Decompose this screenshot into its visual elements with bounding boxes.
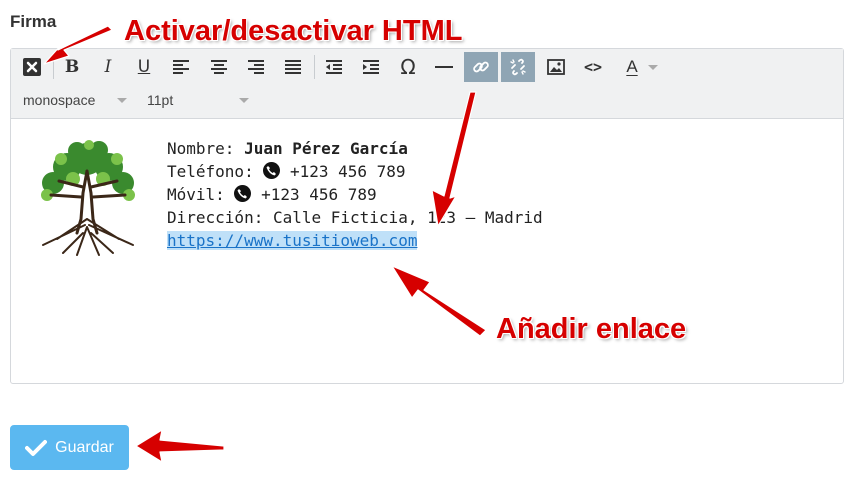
insert-link-button[interactable] [464, 52, 498, 82]
underline-icon: U [137, 57, 151, 77]
html-toggle-annotation: Activar/desactivar HTML [124, 15, 463, 47]
toolbar-separator [314, 55, 315, 79]
signature-phone-line: Teléfono: +123 456 789 [167, 162, 406, 181]
signature-name: Juan Pérez García [244, 139, 408, 158]
signature-address-line: Dirección: Calle Ficticia, 123 — Madrid [167, 208, 543, 227]
close-square-icon [23, 58, 41, 76]
phone-icon [234, 185, 252, 202]
underline-button[interactable]: U [127, 52, 161, 82]
omega-icon: Ω [400, 55, 416, 79]
phone-icon [263, 162, 281, 179]
add-link-annotation: Añadir enlace [496, 313, 687, 345]
font-family-select[interactable]: monospace [23, 89, 127, 111]
bold-button[interactable]: B [55, 52, 89, 82]
font-size-select[interactable]: 11pt [147, 89, 249, 111]
signature-text: Nombre: Juan Pérez García Teléfono: +123… [167, 137, 543, 252]
font-family-value: monospace [23, 92, 96, 108]
align-left-button[interactable] [164, 52, 198, 82]
horizontal-rule-button[interactable] [427, 52, 461, 82]
chevron-down-icon [239, 97, 249, 103]
outdent-button[interactable] [317, 52, 351, 82]
toolbar-separator [53, 55, 54, 79]
align-justify-icon [285, 60, 301, 74]
italic-button[interactable]: I [91, 52, 125, 82]
special-char-button[interactable]: Ω [391, 52, 425, 82]
chevron-down-icon [117, 97, 127, 103]
html-toggle-button[interactable] [15, 52, 49, 82]
code-icon: <> [583, 58, 603, 76]
signature-mobile-line: Móvil: +123 456 789 [167, 185, 377, 204]
align-right-button[interactable] [239, 52, 273, 82]
indent-icon [363, 60, 379, 74]
indent-button[interactable] [354, 52, 388, 82]
unlink-icon [510, 58, 526, 76]
website-link[interactable]: https://www.tusitioweb.com [167, 231, 418, 250]
chevron-down-icon [647, 64, 658, 70]
source-code-button[interactable]: <> [576, 52, 610, 82]
align-center-icon [211, 60, 227, 74]
save-button[interactable]: Guardar [10, 425, 129, 470]
tree-logo [41, 140, 135, 256]
align-center-button[interactable] [202, 52, 236, 82]
italic-icon: I [104, 57, 112, 77]
signature-field-label: Firma [10, 12, 57, 31]
insert-image-button[interactable] [539, 52, 573, 82]
text-color-button[interactable]: A [617, 52, 667, 82]
editor-toolbar: B I U Ω <> A monospace 11pt [11, 49, 843, 119]
outdent-icon [326, 60, 342, 74]
checkmark-icon [25, 439, 48, 456]
link-icon [473, 61, 489, 73]
signature-editor: B I U Ω <> A monospace 11pt Nombre: Juan… [10, 48, 844, 384]
signature-name-line: Nombre: Juan Pérez García [167, 139, 408, 158]
image-icon [547, 59, 565, 75]
text-color-icon: A [626, 57, 638, 76]
font-size-value: 11pt [147, 92, 174, 108]
justify-button[interactable] [276, 52, 310, 82]
save-button-label: Guardar [55, 438, 114, 456]
bold-icon: B [64, 57, 80, 77]
arrow-to-save-button [135, 429, 225, 463]
unlink-button[interactable] [501, 52, 535, 82]
horizontal-rule-icon [435, 66, 453, 68]
align-left-icon [173, 60, 189, 74]
signature-website-line: https://www.tusitioweb.com [167, 229, 543, 252]
align-right-icon [248, 60, 264, 74]
